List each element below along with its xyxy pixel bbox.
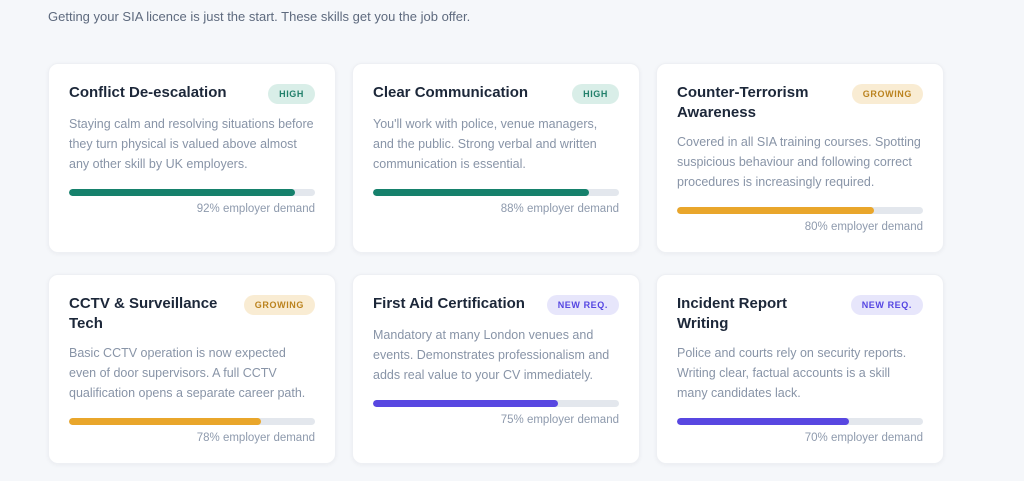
demand-badge: HIGH: [268, 84, 315, 104]
skill-card: CCTV & Surveillance Tech GROWING Basic C…: [48, 274, 336, 464]
demand-badge: GROWING: [851, 84, 923, 104]
demand-progress-track: [373, 189, 619, 196]
card-header: First Aid Certification NEW REQ.: [373, 294, 619, 315]
skill-description: You'll work with police, venue managers,…: [373, 117, 598, 171]
demand-percent-label: 70% employer demand: [804, 432, 923, 444]
card-header: Counter-Terrorism Awareness GROWING: [677, 83, 923, 122]
skill-card: Counter-Terrorism Awareness GROWING Cove…: [656, 63, 944, 253]
skill-description: Basic CCTV operation is now expected eve…: [69, 346, 306, 400]
skill-card: Conflict De-escalation HIGH Staying calm…: [48, 63, 336, 253]
demand-progress-fill: [677, 207, 874, 214]
demand-progress-track: [69, 189, 315, 196]
skill-card: Incident Report Writing NEW REQ. Police …: [656, 274, 944, 464]
skill-description: Covered in all SIA training courses. Spo…: [677, 135, 921, 189]
demand-percent-label: 78% employer demand: [196, 432, 315, 444]
skill-title: Incident Report Writing: [677, 295, 788, 332]
skill-title: Counter-Terrorism Awareness: [677, 84, 809, 121]
skill-title: Clear Communication: [373, 84, 529, 101]
demand-percent-label: 92% employer demand: [196, 203, 315, 215]
demand-percent-label: 80% employer demand: [804, 221, 923, 233]
card-header: Conflict De-escalation HIGH: [69, 83, 315, 104]
demand-badge: NEW REQ.: [850, 295, 923, 315]
demand-badge: NEW REQ.: [546, 295, 619, 315]
demand-progress-fill: [373, 189, 590, 196]
demand-badge: HIGH: [572, 84, 619, 104]
skill-card: First Aid Certification NEW REQ. Mandato…: [352, 274, 640, 464]
demand-progress-fill: [677, 418, 850, 425]
demand-progress-track: [677, 207, 923, 214]
demand-badge: GROWING: [243, 295, 315, 315]
skill-title: Conflict De-escalation: [69, 84, 227, 101]
skill-title: First Aid Certification: [373, 295, 525, 312]
demand-progress-track: [69, 418, 315, 425]
card-header: Clear Communication HIGH: [373, 83, 619, 104]
demand-percent-label: 88% employer demand: [500, 203, 619, 215]
demand-progress-track: [373, 400, 619, 407]
demand-progress-fill: [69, 418, 261, 425]
demand-progress-fill: [373, 400, 558, 407]
skill-card: Clear Communication HIGH You'll work wit…: [352, 63, 640, 253]
skill-description: Mandatory at many London venues and even…: [373, 328, 610, 382]
card-header: Incident Report Writing NEW REQ.: [677, 294, 923, 333]
demand-progress-fill: [69, 189, 296, 196]
page-tagline: Getting your SIA licence is just the sta…: [48, 9, 471, 24]
skills-page: Getting your SIA licence is just the sta…: [48, 0, 944, 481]
skill-description: Police and courts rely on security repor…: [677, 346, 907, 400]
skill-title: CCTV & Surveillance Tech: [69, 295, 218, 332]
demand-percent-label: 75% employer demand: [500, 414, 619, 426]
skill-description: Staying calm and resolving situations be…: [69, 117, 314, 171]
demand-progress-track: [677, 418, 923, 425]
card-header: CCTV & Surveillance Tech GROWING: [69, 294, 315, 333]
skill-card-grid: Conflict De-escalation HIGH Staying calm…: [48, 63, 944, 464]
